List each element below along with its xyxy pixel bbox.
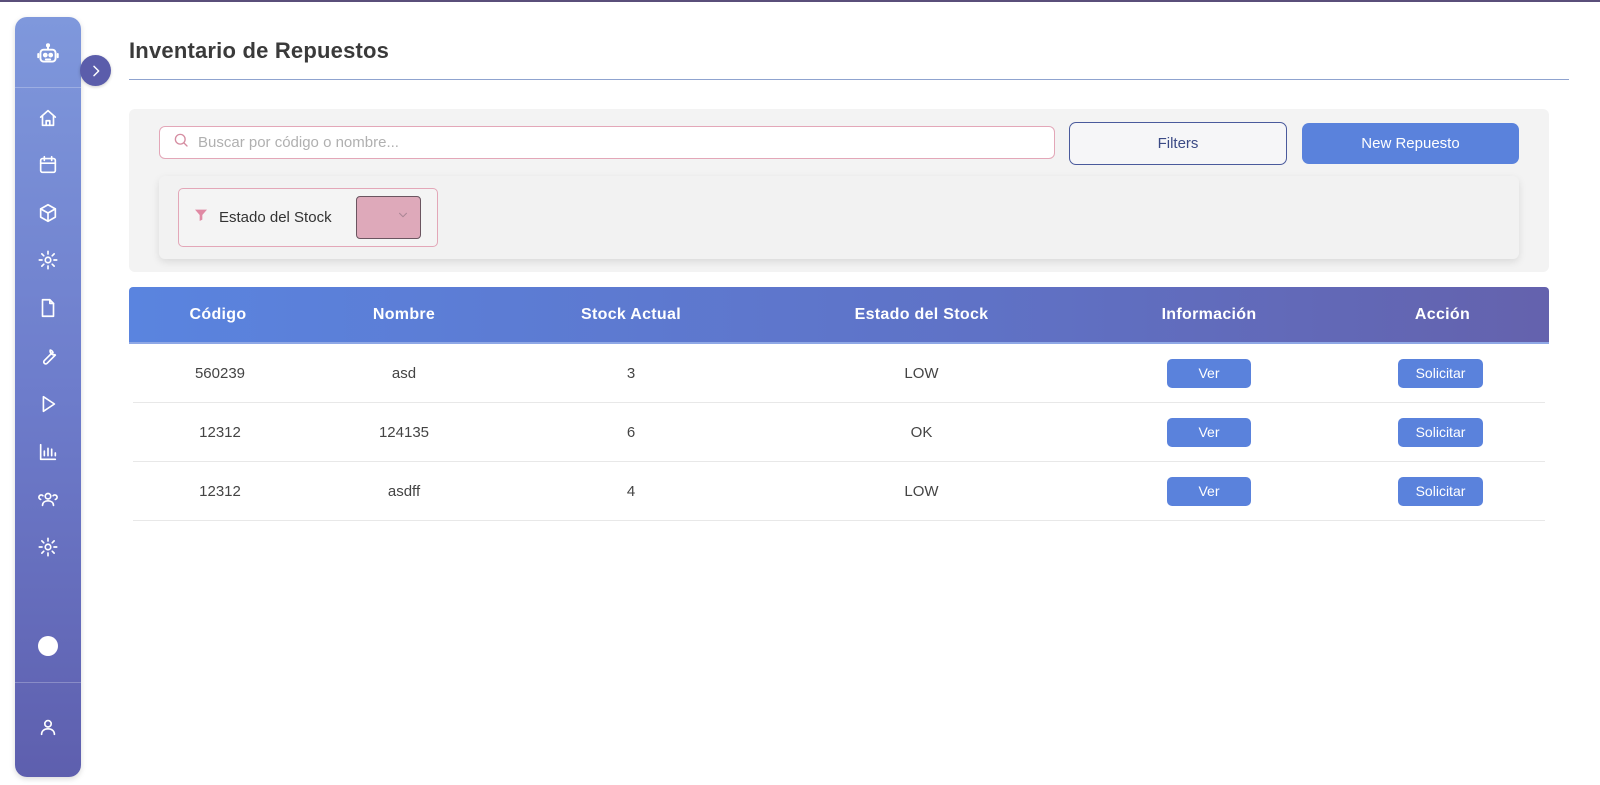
user-icon[interactable] xyxy=(15,710,81,744)
sidebar-divider xyxy=(15,682,81,683)
table-row: 12312 asdff 4 LOW Ver Solicitar xyxy=(133,462,1545,521)
stock-state-label: Estado del Stock xyxy=(219,209,332,226)
column-header-stock-actual[interactable]: Stock Actual xyxy=(501,306,761,324)
table-row: 560239 asd 3 LOW Ver Solicitar xyxy=(133,344,1545,403)
cell-informacion: Ver xyxy=(1082,476,1336,506)
theme-toggle-icon[interactable] xyxy=(15,629,81,663)
search-input[interactable] xyxy=(198,134,1054,151)
filters-panel: Estado del Stock xyxy=(159,176,1519,259)
cell-nombre: 124135 xyxy=(378,423,430,441)
cell-nombre: asdff xyxy=(387,482,421,500)
robot-icon[interactable] xyxy=(15,37,81,71)
table-row: 12312 124135 6 OK Ver Solicitar xyxy=(133,403,1545,462)
title-divider xyxy=(129,79,1569,80)
repuestos-table: Código Nombre Stock Actual Estado del St… xyxy=(129,287,1549,521)
play-icon[interactable] xyxy=(15,387,81,421)
cell-accion: Solicitar xyxy=(1336,476,1545,506)
new-repuesto-button[interactable]: New Repuesto xyxy=(1302,123,1519,164)
page-title: Inventario de Repuestos xyxy=(129,38,390,63)
cell-codigo: 560239 xyxy=(194,364,246,382)
cell-informacion: Ver xyxy=(1082,417,1336,447)
stock-state-select[interactable] xyxy=(356,196,421,239)
calendar-icon[interactable] xyxy=(15,148,81,182)
sidebar xyxy=(15,17,111,777)
ver-button[interactable]: Ver xyxy=(1167,476,1251,506)
chevron-right-icon[interactable] xyxy=(80,55,111,86)
column-header-estado[interactable]: Estado del Stock xyxy=(761,306,1082,324)
box-icon[interactable] xyxy=(15,196,81,230)
bar-chart-icon[interactable] xyxy=(15,435,81,469)
gear-icon[interactable] xyxy=(15,243,81,277)
users-icon[interactable] xyxy=(15,482,81,516)
ver-button[interactable]: Ver xyxy=(1167,417,1251,447)
filters-button[interactable]: Filters xyxy=(1069,122,1287,165)
toolbar-card: Filters New Repuesto Estado del Stock xyxy=(129,109,1549,272)
cell-estado: LOW xyxy=(904,364,939,382)
column-header-informacion[interactable]: Información xyxy=(1082,306,1336,324)
solicitar-button[interactable]: Solicitar xyxy=(1398,476,1483,506)
search-icon xyxy=(172,131,190,154)
stock-state-filter: Estado del Stock xyxy=(178,188,438,247)
settings-icon[interactable] xyxy=(15,530,81,564)
cell-codigo: 12312 xyxy=(199,423,241,441)
cell-estado: OK xyxy=(910,423,933,441)
file-icon[interactable] xyxy=(15,291,81,325)
cell-accion: Solicitar xyxy=(1336,417,1545,447)
cell-codigo: 12312 xyxy=(199,482,241,500)
cell-nombre: asd xyxy=(391,364,417,382)
funnel-icon xyxy=(193,207,209,228)
solicitar-button[interactable]: Solicitar xyxy=(1398,417,1483,447)
cell-stock: 3 xyxy=(626,364,636,382)
solicitar-button[interactable]: Solicitar xyxy=(1398,358,1483,388)
ver-button[interactable]: Ver xyxy=(1167,358,1251,388)
column-header-accion[interactable]: Acción xyxy=(1336,306,1549,324)
cell-accion: Solicitar xyxy=(1336,358,1545,388)
cell-stock: 6 xyxy=(626,423,636,441)
table-header: Código Nombre Stock Actual Estado del St… xyxy=(129,287,1549,344)
cell-informacion: Ver xyxy=(1082,358,1336,388)
column-header-nombre[interactable]: Nombre xyxy=(307,306,501,324)
sidebar-divider xyxy=(15,87,81,88)
cell-estado: LOW xyxy=(904,482,939,500)
search-field[interactable] xyxy=(159,126,1055,159)
column-header-codigo[interactable]: Código xyxy=(129,306,307,324)
chevron-down-icon xyxy=(396,208,410,227)
cell-stock: 4 xyxy=(626,482,636,500)
home-icon[interactable] xyxy=(15,101,81,135)
wrench-icon[interactable] xyxy=(15,339,81,373)
